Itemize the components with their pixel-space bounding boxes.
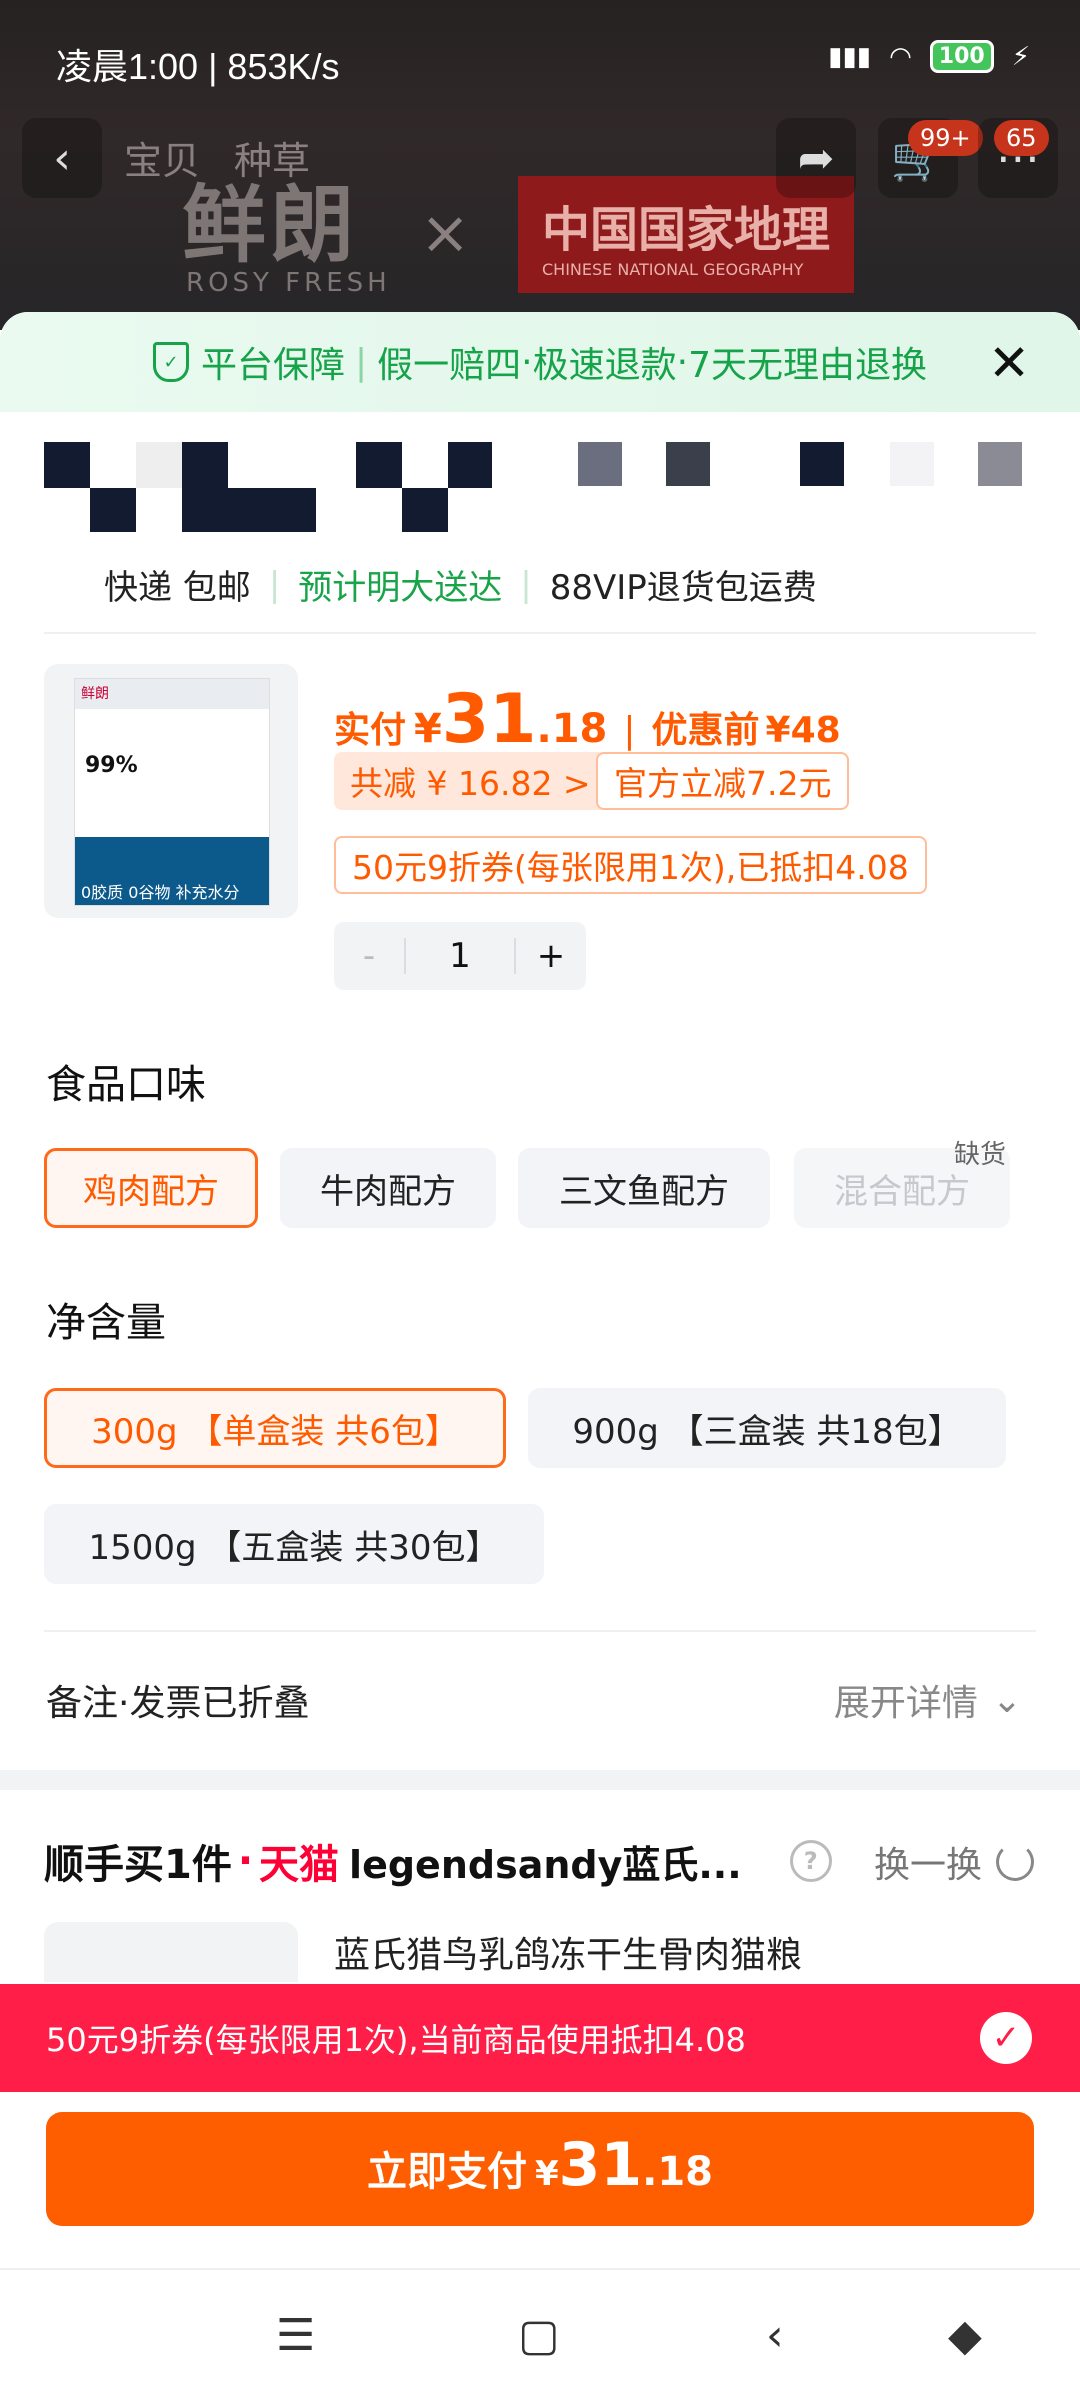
pay-now-label: 立即支付 (366, 2149, 527, 2195)
address-redacted[interactable] (44, 442, 1036, 532)
remarks-label: 备注·发票已折叠 (46, 1683, 310, 1724)
assistant-icon[interactable]: ◆ (948, 2310, 982, 2361)
signal-icon: ▮▮▮ (828, 41, 872, 72)
size-option-300g[interactable]: 300g 【单盒装 共6包】 (44, 1388, 506, 1468)
official-discount-tag: 官方立减7.2元 (596, 752, 850, 810)
expand-details-button[interactable]: 展开详情 ⌄ (834, 1674, 1022, 1726)
close-icon[interactable]: ✕ (988, 338, 1030, 388)
price-integer: 31 (441, 680, 537, 759)
coupon-bar[interactable]: 50元9折券(每张限用1次),当前商品使用抵扣4.08 ✓ (0, 1984, 1080, 2092)
flavor-option-salmon[interactable]: 三文鱼配方 (518, 1148, 770, 1228)
out-of-stock-badge: 缺货 (953, 1140, 1006, 1170)
size-option-900g[interactable]: 900g 【三盒装 共18包】 (528, 1388, 1006, 1468)
pay-now-currency: ¥ (534, 2154, 559, 2194)
price-currency: ¥ (414, 706, 442, 752)
share-icon: ➦ (797, 132, 835, 184)
product-thumbnail[interactable]: 鲜朗 99% 0胶质 0谷物 补充水分 (44, 664, 298, 918)
pay-now-integer: 31 (558, 2130, 643, 2200)
add-on-title: 顺手买1件 (44, 1842, 232, 1888)
store-name[interactable]: legendsandy蓝氏... (349, 1834, 742, 1889)
size-option-1500g[interactable]: 1500g 【五盒装 共30包】 (44, 1504, 544, 1584)
add-on-dot: · (237, 1838, 254, 1884)
coupon-note-tag: 50元9折券(每张限用1次),已抵扣4.08 (334, 836, 927, 894)
quantity-minus-button[interactable]: - (334, 936, 404, 976)
guarantee-item: 极速退款 (532, 345, 677, 386)
add-on-header: 顺手买1件 · 天猫 legendsandy蓝氏... ? (44, 1832, 832, 1890)
refresh-icon (996, 1843, 1034, 1881)
chevron-down-icon: ⌄ (991, 1679, 1022, 1721)
guarantee-banner: ✓ 平台保障 | 假一赔四 · 极速退款 · 7天无理由退换 (0, 312, 1080, 412)
wifi-icon: ◠ (889, 41, 912, 72)
pay-now-decimal: .18 (642, 2149, 714, 2195)
original-price: ¥48 (765, 710, 841, 751)
pay-label: 实付 (334, 710, 407, 751)
charging-icon: ⚡ (1011, 41, 1030, 72)
shipping-vip: 88VIP退货包运费 (549, 568, 817, 608)
pay-now-button[interactable]: 立即支付 ¥ 31 .18 (46, 2112, 1034, 2226)
quantity-plus-button[interactable]: + (516, 936, 586, 976)
collab-times: × (420, 198, 471, 268)
chevron-left-icon: ‹ (53, 132, 71, 184)
add-on-product-name[interactable]: 蓝氏猎鸟乳鸽冻干生骨肉猫粮 (334, 1926, 802, 1978)
expand-details-label: 展开详情 (833, 1683, 978, 1724)
back-button[interactable]: ‹ (22, 118, 102, 198)
battery-icon: 100 (929, 40, 994, 73)
thumb-pct: 99% (85, 753, 138, 778)
brand-logo-sub: ROSY FRESH (186, 268, 391, 298)
status-time: 凌晨1:00 | 853K/s (56, 46, 340, 87)
quantity-stepper: - 1 + (334, 922, 586, 990)
net-content-title: 净含量 (46, 1300, 166, 1346)
thumb-caption: 0胶质 0谷物 补充水分 (81, 883, 240, 902)
shipping-eta: 预计明大送达 (298, 568, 503, 608)
shield-check-icon: ✓ (153, 342, 189, 382)
swap-button[interactable]: 换一换 (874, 1836, 1034, 1888)
home-icon[interactable]: ▢ (518, 2310, 560, 2361)
brand-logo-rosy-fresh: 鲜朗 (182, 176, 359, 274)
guarantee-item: 7天无理由退换 (688, 345, 927, 386)
brand-logo-cng-sub: CHINESE NATIONAL GEOGRAPHY (542, 260, 804, 279)
flavor-option-beef[interactable]: 牛肉配方 (280, 1148, 496, 1228)
purchase-sheet: ✓ 平台保障 | 假一赔四 · 极速退款 · 7天无理由退换 ✕ 快递 包邮 |… (0, 312, 1080, 2400)
flavor-option-mixed-label: 混合配方 (834, 1171, 970, 1212)
brand-logo-cng-text: 中国国家地理 (542, 202, 831, 258)
discount-total-tag[interactable]: 共减 ¥ 16.82 > (334, 752, 607, 810)
coupon-bar-text: 50元9折券(每张限用1次),当前商品使用抵扣4.08 (46, 2021, 746, 2059)
system-nav-bar: ☰ ▢ ‹ ◆ (0, 2268, 1080, 2400)
share-button[interactable]: ➦ (776, 118, 856, 198)
message-badge: 65 (994, 120, 1049, 156)
shipping-express: 快递 包邮 (104, 568, 251, 608)
cart-badge: 99+ (908, 120, 983, 156)
shipping-info: 快递 包邮 | 预计明大送达 | 88VIP退货包运费 (104, 560, 817, 609)
add-on-thumbnail[interactable] (44, 1922, 298, 1982)
swap-label: 换一换 (873, 1845, 982, 1886)
price-row: 实付 ¥ 31 .18 | 优惠前 ¥48 (334, 680, 841, 759)
flavor-option-mixed[interactable]: 混合配方 缺货 (794, 1140, 1010, 1228)
flavor-title: 食品口味 (46, 1062, 206, 1108)
price-decimal: .18 (536, 706, 608, 752)
menu-icon[interactable]: ☰ (276, 2310, 315, 2361)
original-price-label: 优惠前 (651, 710, 760, 751)
tmall-logo: 天猫 (259, 1842, 340, 1888)
status-icons: ▮▮▮ ◠ 100 ⚡ (828, 40, 1030, 73)
guarantee-label: 平台保障 (201, 345, 346, 386)
help-icon[interactable]: ? (789, 1840, 832, 1882)
quantity-value[interactable]: 1 (404, 938, 516, 974)
guarantee-item: 假一赔四 (377, 345, 522, 386)
back-icon[interactable]: ‹ (766, 2310, 784, 2361)
flavor-option-chicken[interactable]: 鸡肉配方 (44, 1148, 258, 1228)
check-icon[interactable]: ✓ (980, 2012, 1032, 2064)
thumb-brand: 鲜朗 (75, 679, 269, 709)
